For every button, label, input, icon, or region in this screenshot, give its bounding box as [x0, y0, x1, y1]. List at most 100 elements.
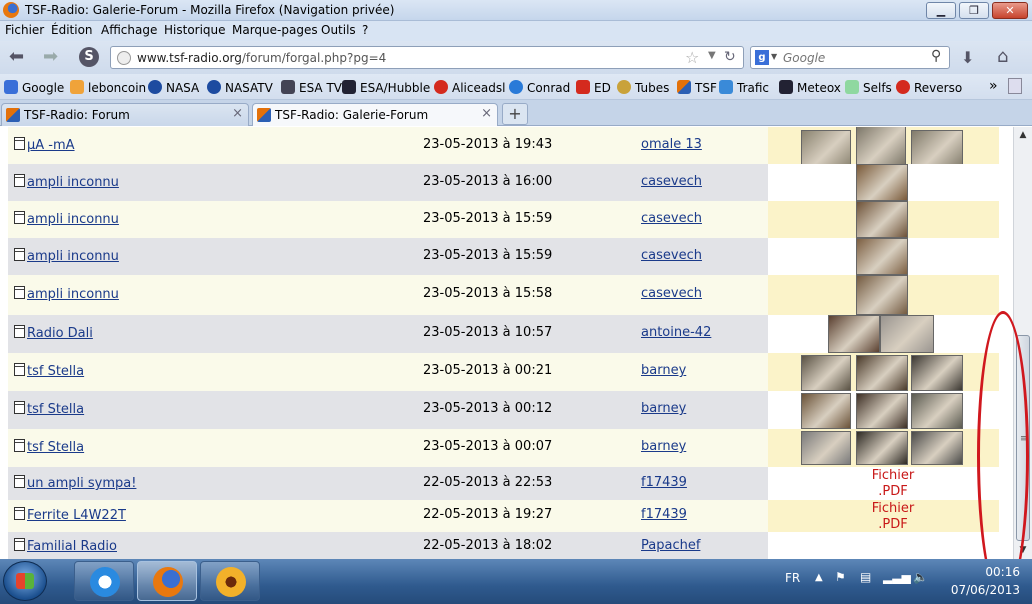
post-title-link[interactable]: Familial Radio — [14, 538, 117, 554]
bookmark-conrad[interactable]: Conrad — [509, 80, 570, 95]
esa-icon — [342, 80, 356, 94]
photo-thumbnail[interactable] — [911, 130, 963, 168]
menu-fichier[interactable]: Fichier — [5, 23, 44, 37]
bookmarks-overflow-button[interactable]: » — [989, 78, 998, 94]
post-title-link[interactable]: ampli inconnu — [14, 286, 119, 302]
post-date: 23-05-2013 à 16:00 — [423, 174, 553, 189]
photo-thumbnail[interactable] — [911, 355, 963, 391]
menu-marque-pages[interactable]: Marque-pages — [232, 23, 318, 37]
photo-thumbnail[interactable] — [828, 315, 880, 353]
pdf-attachment-link[interactable]: Fichier .PDF — [848, 468, 938, 500]
menu-edition[interactable]: Édition — [51, 23, 93, 37]
sync-s-icon[interactable]: S — [79, 47, 99, 67]
bookmark-esa-tv[interactable]: ESA TV — [281, 80, 342, 95]
download-arrow-icon[interactable]: ⬇ — [961, 48, 974, 67]
tab-forum[interactable]: TSF-Radio: Forum × — [1, 103, 249, 126]
url-history-dropdown-icon[interactable]: ▼ — [708, 50, 716, 61]
url-bar[interactable]: www.tsf-radio.org/forum/forgal.php?pg=4 … — [110, 46, 744, 69]
post-title-link[interactable]: Radio Dali — [14, 325, 93, 341]
post-author-link[interactable]: barney — [641, 363, 686, 378]
taskbar-internet-explorer[interactable] — [74, 561, 134, 601]
photo-thumbnail[interactable] — [856, 201, 908, 238]
post-author-link[interactable]: casevech — [641, 174, 702, 189]
forward-arrow-icon[interactable]: ➡ — [43, 48, 58, 66]
photo-thumbnail[interactable] — [856, 164, 908, 201]
tab-galerie-forum[interactable]: TSF-Radio: Galerie-Forum × — [252, 103, 498, 126]
sidebar-toggle-icon[interactable] — [1008, 78, 1022, 94]
photo-thumbnail[interactable] — [856, 238, 908, 275]
url-host: www.tsf-radio.org — [137, 51, 242, 65]
bookmark-google[interactable]: Google — [4, 80, 64, 95]
menu-affichage[interactable]: Affichage — [101, 23, 157, 37]
post-title-link[interactable]: Ferrite L4W22T — [14, 507, 126, 523]
reload-icon[interactable]: ↻ — [724, 49, 736, 65]
post-title-link[interactable]: tsf Stella — [14, 401, 84, 417]
bookmark-leboncoin[interactable]: leboncoin — [70, 80, 146, 95]
post-author-link[interactable]: casevech — [641, 286, 702, 301]
close-tab-icon[interactable]: × — [481, 106, 492, 121]
post-author-link[interactable]: antoine-42 — [641, 325, 711, 340]
photo-thumbnail[interactable] — [911, 393, 963, 429]
post-title-link[interactable]: µA -mA — [14, 137, 75, 153]
bookmark-aliceadsl[interactable]: Aliceadsl — [434, 80, 505, 95]
photo-thumbnail[interactable] — [856, 355, 908, 391]
photo-thumbnail[interactable] — [911, 431, 963, 465]
bookmark-ed[interactable]: ED — [576, 80, 611, 95]
menu-outils[interactable]: Outils — [321, 23, 356, 37]
new-tab-button[interactable]: + — [502, 103, 528, 125]
post-author-link[interactable]: f17439 — [641, 507, 687, 522]
bookmark-esa-hubble[interactable]: ESA/Hubble — [342, 80, 430, 95]
post-author-link[interactable]: f17439 — [641, 475, 687, 490]
photo-thumbnail[interactable] — [880, 315, 934, 353]
post-title-link[interactable]: ampli inconnu — [14, 174, 119, 190]
post-title-link[interactable]: ampli inconnu — [14, 211, 119, 227]
home-icon[interactable]: ⌂ — [997, 46, 1008, 67]
close-tab-icon[interactable]: × — [232, 106, 243, 121]
post-author-link[interactable]: Papachef — [641, 538, 700, 553]
engine-dropdown-icon[interactable]: ▼ — [771, 52, 777, 61]
bookmark-nasatv[interactable]: NASATV — [207, 80, 273, 95]
post-author-link[interactable]: barney — [641, 439, 686, 454]
post-author-link[interactable]: omale 13 — [641, 137, 702, 152]
start-button[interactable] — [3, 561, 47, 601]
menu-help[interactable]: ? — [362, 23, 368, 37]
close-window-button[interactable]: ✕ — [992, 2, 1028, 19]
bookmark-tsf[interactable]: TSF — [677, 80, 717, 95]
post-title-link[interactable]: tsf Stella — [14, 363, 84, 379]
bookmark-trafic[interactable]: Trafic — [719, 80, 769, 95]
bookmark-meteox[interactable]: Meteox — [779, 80, 841, 95]
photo-thumbnail[interactable] — [801, 393, 851, 429]
photo-thumbnail[interactable] — [856, 275, 908, 315]
photo-thumbnail[interactable] — [801, 130, 851, 168]
post-title-link[interactable]: un ampli sympa! — [14, 475, 136, 491]
photo-thumbnail[interactable] — [801, 431, 851, 465]
back-arrow-icon[interactable]: ⬅ — [9, 48, 24, 66]
post-author-link[interactable]: casevech — [641, 211, 702, 226]
taskbar-firefox[interactable] — [137, 561, 197, 601]
scroll-up-icon[interactable]: ▲ — [1014, 127, 1032, 144]
maximize-button[interactable]: ❐ — [959, 2, 989, 19]
post-title-link[interactable]: tsf Stella — [14, 439, 84, 455]
photo-thumbnail[interactable] — [856, 393, 908, 429]
bookmark-nasa[interactable]: NASA — [148, 80, 199, 95]
minimize-button[interactable]: ▁ — [926, 2, 956, 19]
photo-thumbnail[interactable] — [856, 431, 908, 465]
eye-viewer-icon — [216, 567, 246, 597]
post-author-link[interactable]: barney — [641, 401, 686, 416]
clock-time[interactable]: 00:16 — [765, 565, 1020, 579]
photo-thumbnail[interactable] — [801, 355, 851, 391]
post-author-link[interactable]: casevech — [641, 248, 702, 263]
ed-icon — [576, 80, 590, 94]
search-magnifier-icon[interactable]: ⚲ — [931, 48, 941, 64]
clock-date[interactable]: 07/06/2013 — [765, 583, 1020, 597]
post-title-link[interactable]: ampli inconnu — [14, 248, 119, 264]
menu-historique[interactable]: Historique — [164, 23, 226, 37]
search-input[interactable] — [783, 50, 923, 65]
pdf-attachment-link[interactable]: Fichier .PDF — [848, 501, 938, 533]
bookmark-tubes[interactable]: Tubes — [617, 80, 669, 95]
taskbar-image-viewer[interactable] — [200, 561, 260, 601]
google-engine-icon[interactable]: g — [755, 50, 769, 65]
bookmark-selfs[interactable]: Selfs — [845, 80, 892, 95]
bookmark-reverso[interactable]: Reverso — [896, 80, 962, 95]
bookmark-star-icon[interactable]: ☆ — [685, 48, 699, 67]
